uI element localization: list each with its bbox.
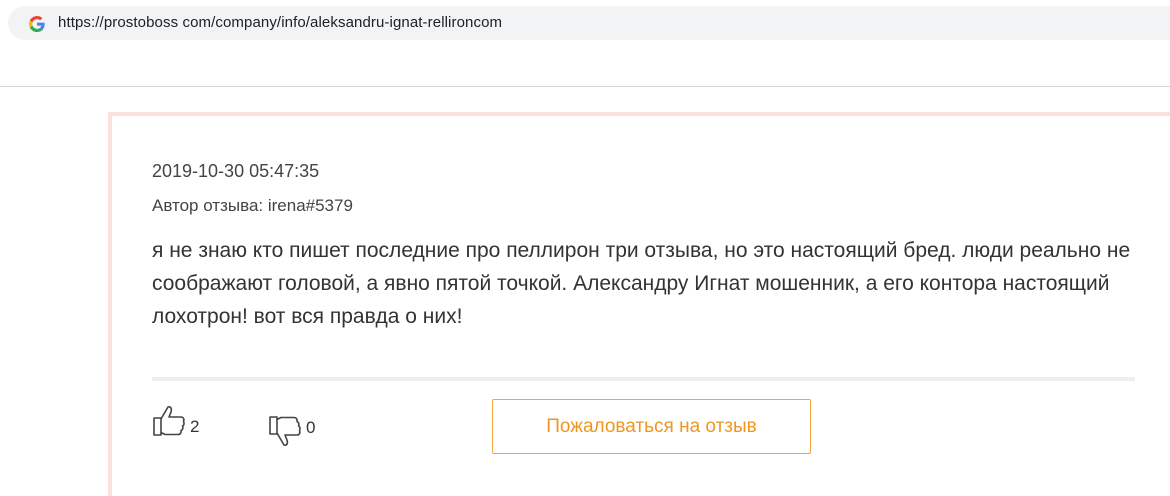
url-text[interactable]: https://prostoboss com/company/info/alek… [58, 14, 502, 31]
like-button[interactable]: 2 [152, 403, 199, 437]
google-g-icon [29, 16, 45, 32]
review-author: Автор отзыва: irena#5379 [152, 196, 353, 215]
review-text: я не знаю кто пишет последние про пеллир… [152, 239, 1131, 328]
browser-toolbar: https://prostoboss com/company/info/alek… [0, 0, 1170, 87]
address-bar[interactable]: https://prostoboss com/company/info/alek… [8, 6, 1170, 40]
dislike-button[interactable]: 0 [268, 415, 315, 449]
thumbs-down-icon [269, 416, 301, 446]
review-date: 2019-10-30 05:47:35 [152, 161, 320, 181]
thumbs-up-icon [153, 406, 185, 436]
complain-button[interactable]: Пожаловаться на отзыв [492, 399, 811, 454]
dislike-count: 0 [306, 418, 316, 437]
like-count: 2 [190, 417, 200, 436]
divider [152, 377, 1135, 381]
